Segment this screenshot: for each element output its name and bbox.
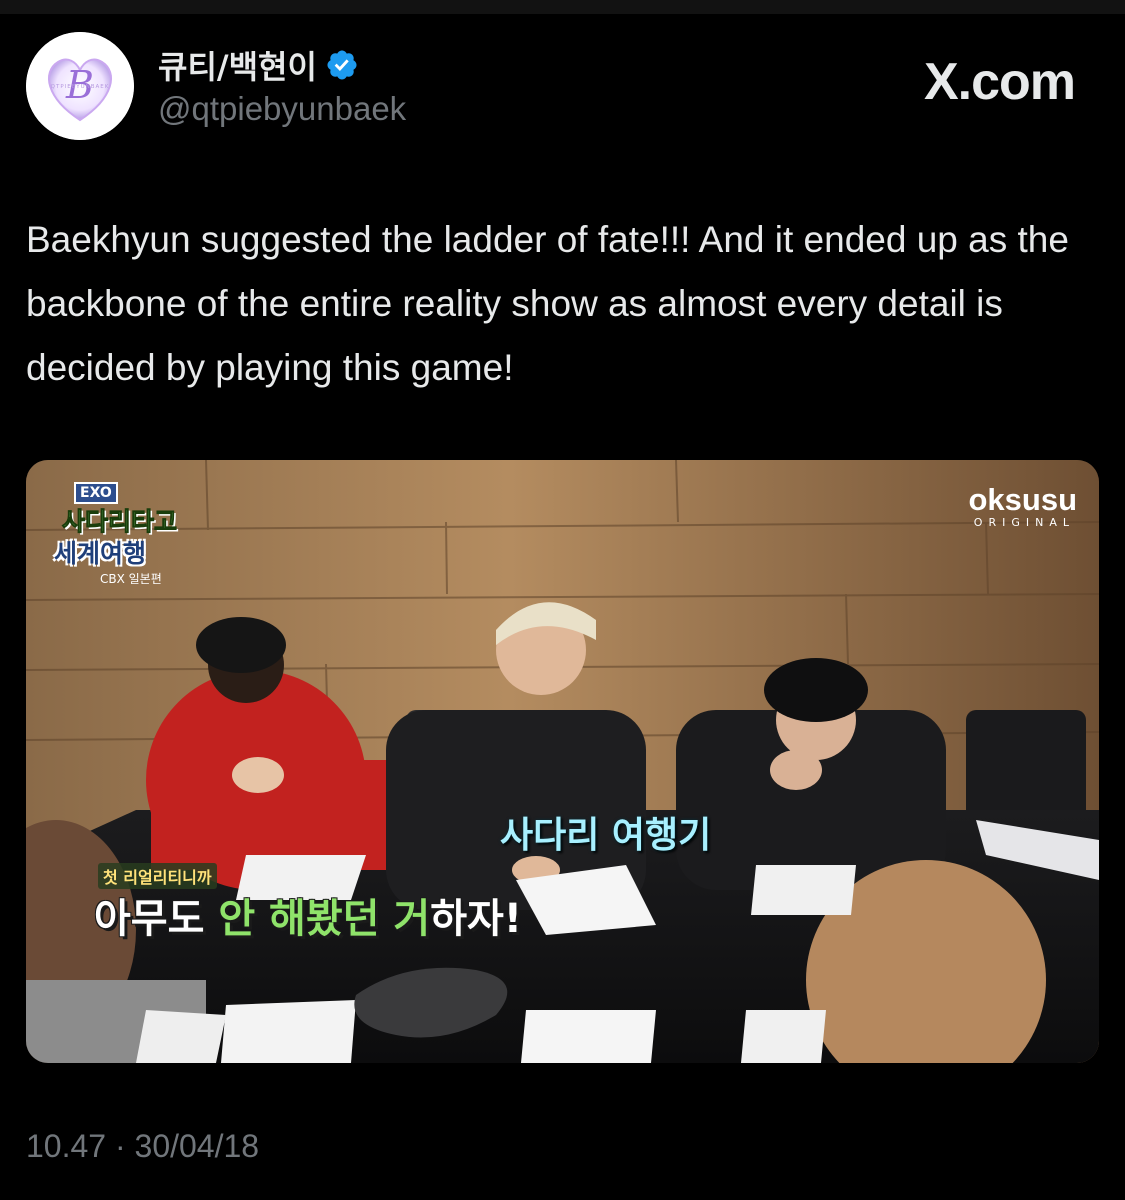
show-logo-title-2: 세계여행 (54, 539, 147, 568)
tweet-date: 30/04/18 (134, 1128, 260, 1164)
caption-main-part-3: 거 (393, 896, 431, 942)
caption-main-part-2: 안 해봤던 (218, 896, 394, 942)
video-frame-illustration (26, 460, 1099, 1063)
avatar-logo-icon: B QTPIEBYUNBAEK (26, 32, 134, 140)
site-label: X.com (923, 53, 1076, 111)
tweet-text: Baekhyun suggested the ladder of fate!!!… (26, 219, 1069, 388)
brand-logo-sub: ORIGINAL (973, 516, 1075, 529)
author-name-row: 큐티/백현이 (158, 42, 359, 88)
show-logo-subtitle: CBX 일본편 (100, 572, 162, 586)
caption-main-part-4: 하자! (430, 896, 523, 942)
show-logo-tag: EXO (74, 482, 118, 504)
brand-logo: oksusu (968, 482, 1077, 517)
caption-main-part-1: 아무도 (94, 896, 219, 942)
author-handle[interactable]: @qtpiebyunbaek (158, 90, 406, 128)
tweet-time: 10.47 (26, 1128, 107, 1164)
tweet-timestamp[interactable]: 10.47 · 30/04/18 (26, 1128, 259, 1165)
svg-text:QTPIEBYUNBAEK: QTPIEBYUNBAEK (51, 84, 110, 90)
verified-badge-icon (327, 50, 357, 80)
meta-separator: · (114, 1128, 126, 1164)
top-bar (0, 0, 1125, 14)
tweet-media-image[interactable]: EXO 사다리타고 세계여행 CBX 일본편 oksusu ORIGINAL 사… (26, 460, 1099, 1063)
avatar[interactable]: B QTPIEBYUNBAEK (26, 32, 134, 140)
caption-speech: 사다리 여행기 (500, 815, 712, 856)
caption-main: 아무도 안 해봤던 거하자! (94, 886, 522, 944)
author-display-name[interactable]: 큐티/백현이 (158, 42, 317, 88)
show-logo-title-1: 사다리타고 (61, 507, 178, 537)
